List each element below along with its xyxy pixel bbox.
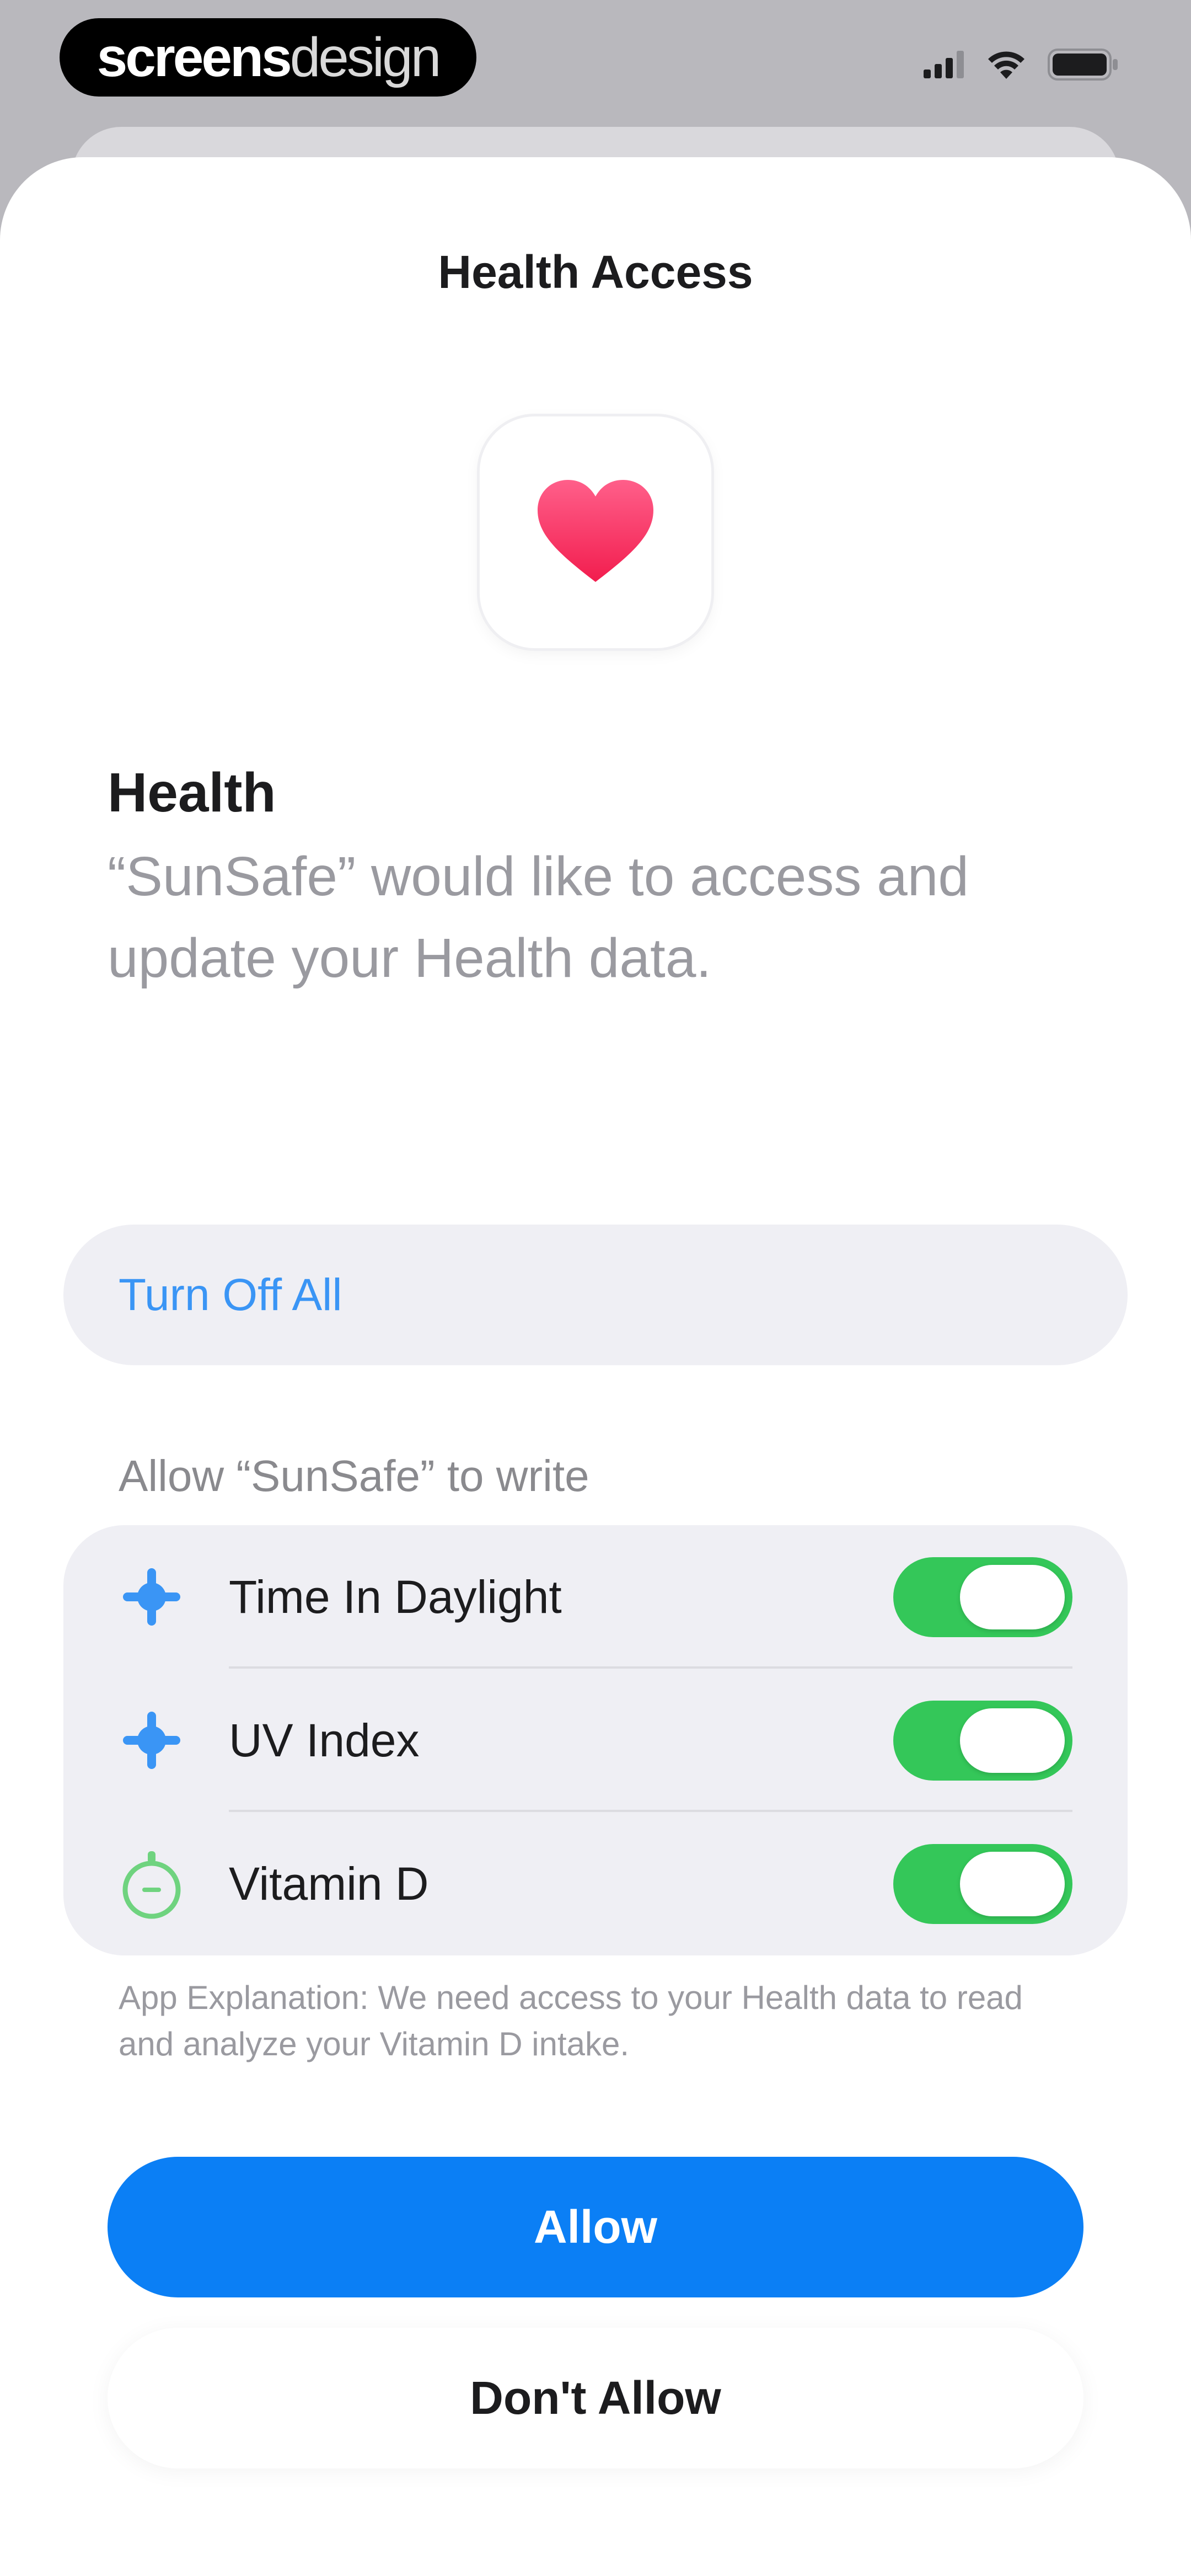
permission-row-vitamin-d[interactable]: Vitamin D [63,1812,1128,1955]
turn-off-all-button[interactable]: Turn Off All [63,1225,1128,1365]
sun-icon [116,1561,187,1633]
section-heading: Health [108,762,276,824]
status-icons [924,49,1119,81]
battery-icon [1048,49,1118,81]
wifi-icon [988,51,1024,79]
toggle-knob [960,1851,1065,1916]
health-app-icon [480,416,711,648]
dont-allow-button[interactable]: Don't Allow [108,2328,1083,2468]
write-permissions-caption: Allow “SunSafe” to write [119,1451,589,1500]
time-in-daylight-toggle[interactable] [893,1557,1072,1637]
toggle-knob [960,1708,1065,1773]
turn-off-all-label: Turn Off All [119,1269,342,1320]
watermark-strong-text: screens [96,26,292,88]
allow-label: Allow [534,2201,657,2253]
permission-label: Vitamin D [229,1857,429,1910]
permission-label: Time In Daylight [229,1570,562,1623]
dont-allow-label: Don't Allow [470,2372,721,2424]
sun-icon [116,1704,187,1776]
watermark-light-text: design [289,26,442,88]
permissions-list: Time In Daylight UV Index Vitamin D [63,1525,1128,1955]
allow-button[interactable]: Allow [108,2157,1083,2297]
permission-row-time-in-daylight[interactable]: Time In Daylight [63,1525,1128,1669]
signal-icon [924,51,964,78]
app-explanation: App Explanation: We need access to your … [119,1979,1023,2062]
sheet-title: Health Access [438,246,753,298]
status-bar: screens design [0,0,1191,132]
vitamin-d-toggle[interactable] [893,1843,1072,1924]
heart-icon [538,480,653,582]
permission-label: UV Index [229,1714,420,1766]
toggle-knob [960,1564,1065,1629]
vitamin-icon [116,1848,187,1920]
uv-index-toggle[interactable] [893,1700,1072,1781]
permission-row-uv-index[interactable]: UV Index [63,1669,1128,1812]
access-description: “SunSafe” would like to access and updat… [108,846,969,989]
screensdesign-watermark: screens design [60,18,476,97]
